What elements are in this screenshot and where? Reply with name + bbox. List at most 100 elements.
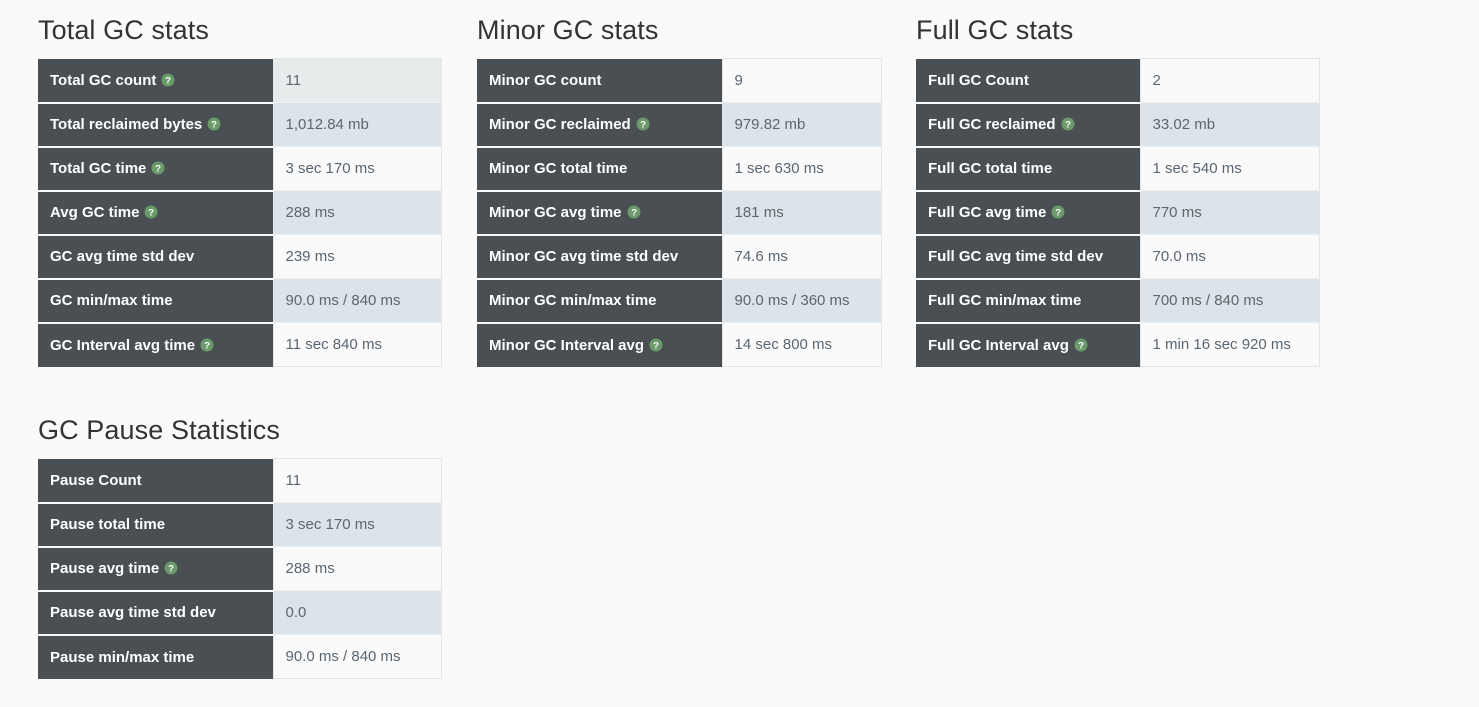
help-circle-icon[interactable]: ? xyxy=(627,205,641,219)
stat-label: Minor GC count xyxy=(489,71,602,89)
stat-value-cell: 90.0 ms / 840 ms xyxy=(272,278,442,323)
stat-label-cell: Total reclaimed bytes? xyxy=(38,102,273,148)
stat-label-cell: Minor GC avg time std dev xyxy=(477,234,722,280)
help-circle-icon[interactable]: ? xyxy=(151,161,165,175)
stat-value-cell: 1,012.84 mb xyxy=(272,102,442,147)
table-full-gc-stats: Full GC Count 2 Full GC reclaimed? 33.02 mb… xyxy=(916,58,1320,367)
stat-label: Minor GC avg time std dev xyxy=(489,248,679,265)
stat-label-cell: Minor GC reclaimed? xyxy=(477,102,722,148)
page-title-gc-pause-statistics: GC Pause Statistics xyxy=(38,415,280,445)
svg-text:?: ? xyxy=(1065,119,1071,130)
stat-value-cell: 11 sec 840 ms xyxy=(272,322,442,367)
stat-value-cell: 239 ms xyxy=(272,234,442,279)
stat-label-cell: Pause total time xyxy=(38,502,273,548)
stat-label-cell: Total GC count? xyxy=(38,58,273,104)
table-row: Minor GC min/max time 90.0 ms / 360 ms xyxy=(477,278,882,324)
stat-value-cell: 0.0 xyxy=(272,590,442,635)
svg-text:?: ? xyxy=(149,207,155,218)
page-title-minor-gc-stats: Minor GC stats xyxy=(477,15,659,45)
help-circle-icon[interactable]: ? xyxy=(144,205,158,219)
stat-label: Avg GC time xyxy=(50,204,140,221)
table-body: Full GC Count 2 Full GC reclaimed? 33.02 mb… xyxy=(916,58,1320,367)
svg-text:?: ? xyxy=(211,119,217,130)
panel-minor-gc-stats: Minor GC stats Minor GC count 9 Minor GC r… xyxy=(477,14,882,367)
page-title-total-gc-stats: Total GC stats xyxy=(38,15,209,45)
svg-text:?: ? xyxy=(640,119,646,130)
stat-label-cell: GC min/max time xyxy=(38,278,273,324)
stat-label: Pause min/max time xyxy=(50,648,195,666)
stat-label: Full GC reclaimed xyxy=(928,116,1056,133)
gc-stats-page: Total GC stats Total GC count? 11 Total re… xyxy=(0,0,1479,707)
stat-label: Pause avg time std dev xyxy=(50,604,216,621)
table-row: Minor GC avg time std dev 74.6 ms xyxy=(477,234,882,280)
stat-label: Pause Count xyxy=(50,471,142,489)
stat-label-cell: Full GC min/max time xyxy=(916,278,1140,324)
page-title-full-gc-stats: Full GC stats xyxy=(916,15,1074,45)
table-row: Minor GC Interval avg? 14 sec 800 ms xyxy=(477,322,882,367)
help-circle-icon[interactable]: ? xyxy=(200,338,214,352)
stat-label: Minor GC reclaimed xyxy=(489,116,631,133)
stat-label-cell: Pause min/max time xyxy=(38,634,273,679)
stat-value-cell: 3 sec 170 ms xyxy=(272,146,442,191)
table-row: Total reclaimed bytes? 1,012.84 mb xyxy=(38,102,442,148)
stat-label-cell: Pause avg time std dev xyxy=(38,590,273,636)
panel-total-gc-stats: Total GC stats Total GC count? 11 Total re… xyxy=(38,14,442,367)
stat-label: Full GC avg time xyxy=(928,204,1047,221)
stat-label-cell: Full GC reclaimed? xyxy=(916,102,1140,148)
stat-value-cell: 3 sec 170 ms xyxy=(272,502,442,547)
stat-label: Full GC min/max time xyxy=(928,292,1082,309)
stat-label-cell: Minor GC total time xyxy=(477,146,722,192)
table-row: Total GC count? 11 xyxy=(38,58,442,104)
stat-label-cell: Avg GC time? xyxy=(38,190,273,236)
table-row: Full GC avg time std dev 70.0 ms xyxy=(916,234,1320,280)
stat-label-cell: Total GC time? xyxy=(38,146,273,192)
stat-value-cell: 288 ms xyxy=(272,546,442,591)
stat-label-cell: Full GC avg time? xyxy=(916,190,1140,236)
stat-label-cell: Full GC Interval avg? xyxy=(916,322,1140,367)
stat-value-cell: 9 xyxy=(721,58,882,103)
stat-value-cell: 700 ms / 840 ms xyxy=(1139,278,1320,323)
stat-label-cell: Minor GC Interval avg? xyxy=(477,322,722,367)
help-circle-icon[interactable]: ? xyxy=(1051,205,1065,219)
stat-label: Total GC count xyxy=(50,71,157,89)
stat-label: Total reclaimed bytes xyxy=(50,116,203,133)
stat-value-cell: 74.6 ms xyxy=(721,234,882,279)
table-row: Minor GC avg time? 181 ms xyxy=(477,190,882,236)
svg-text:?: ? xyxy=(1055,207,1061,218)
stat-value-cell: 90.0 ms / 360 ms xyxy=(721,278,882,323)
svg-text:?: ? xyxy=(168,563,174,574)
stat-value-cell: 90.0 ms / 840 ms xyxy=(272,634,442,679)
stat-label-cell: Full GC avg time std dev xyxy=(916,234,1140,280)
stat-label: Full GC avg time std dev xyxy=(928,248,1104,265)
stat-value-cell: 1 sec 630 ms xyxy=(721,146,882,191)
stat-value-cell: 288 ms xyxy=(272,190,442,235)
stat-value-cell: 770 ms xyxy=(1139,190,1320,235)
stat-value-cell: 14 sec 800 ms xyxy=(721,322,882,367)
help-circle-icon[interactable]: ? xyxy=(636,117,650,131)
stat-label: Full GC Interval avg xyxy=(928,336,1069,354)
help-circle-icon[interactable]: ? xyxy=(1074,338,1088,352)
help-circle-icon[interactable]: ? xyxy=(164,561,178,575)
help-circle-icon[interactable]: ? xyxy=(1061,117,1075,131)
stat-value-cell: 1 sec 540 ms xyxy=(1139,146,1320,191)
stat-label-cell: Minor GC count xyxy=(477,58,722,104)
panel-gc-pause-statistics: GC Pause Statistics Pause Count 11 Pause t… xyxy=(38,414,442,679)
stat-label: Total GC time xyxy=(50,160,147,177)
stat-label-cell: Pause avg time? xyxy=(38,546,273,592)
stat-label-cell: GC Interval avg time? xyxy=(38,322,273,367)
stat-label: GC min/max time xyxy=(50,292,173,309)
help-circle-icon[interactable]: ? xyxy=(161,73,175,87)
table-minor-gc-stats: Minor GC count 9 Minor GC reclaimed? 979.82… xyxy=(477,58,882,367)
help-circle-icon[interactable]: ? xyxy=(649,338,663,352)
stat-label-cell: Minor GC min/max time xyxy=(477,278,722,324)
stat-label: Full GC Count xyxy=(928,71,1029,89)
stat-label: Minor GC Interval avg xyxy=(489,336,645,354)
help-circle-icon[interactable]: ? xyxy=(207,117,221,131)
stat-label: Minor GC min/max time xyxy=(489,292,657,309)
table-row: GC avg time std dev 239 ms xyxy=(38,234,442,280)
stat-label: GC avg time std dev xyxy=(50,248,195,265)
table-row: Minor GC total time 1 sec 630 ms xyxy=(477,146,882,192)
svg-text:?: ? xyxy=(653,340,659,351)
stat-label-cell: Pause Count xyxy=(38,458,273,504)
table-row: Minor GC reclaimed? 979.82 mb xyxy=(477,102,882,148)
